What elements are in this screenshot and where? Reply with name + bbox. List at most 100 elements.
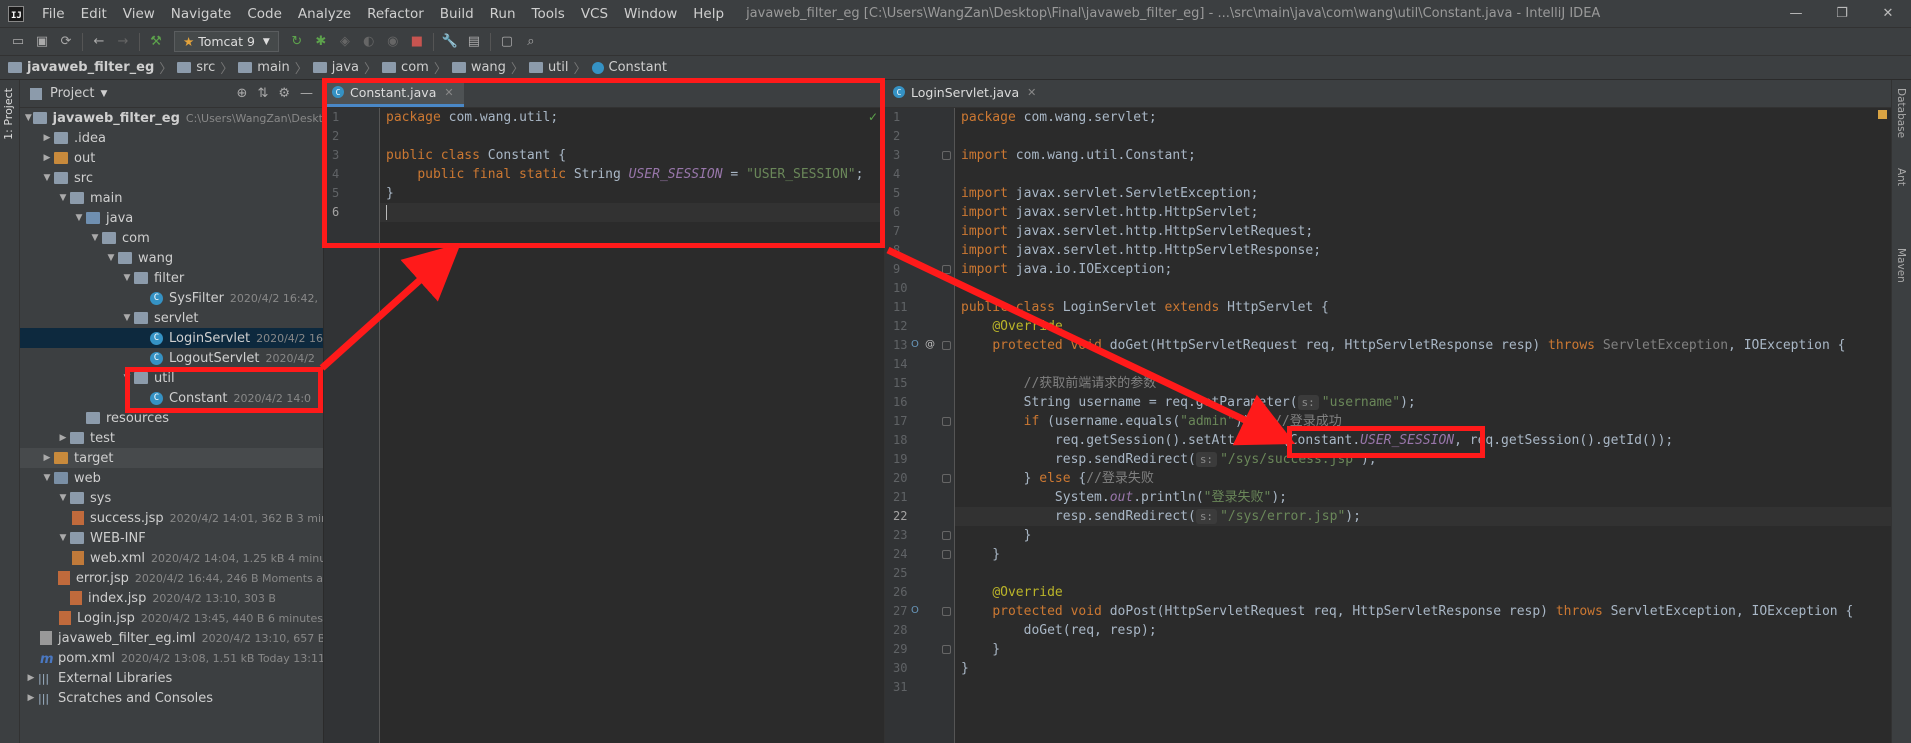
tree-item[interactable]: ▶ out	[20, 148, 323, 168]
rerun-icon[interactable]: ↻	[285, 31, 309, 53]
breadcrumb-item[interactable]: util	[528, 60, 569, 75]
fold-marker-icon[interactable]	[942, 550, 951, 559]
tree-item[interactable]: javaweb_filter_eg.iml 2020/4/2 13:10, 657…	[20, 628, 323, 648]
tree-item[interactable]: ▼ web	[20, 468, 323, 488]
menu-file[interactable]: File	[34, 6, 73, 22]
collapsed-arrow-icon[interactable]: ▶	[40, 453, 54, 463]
code-line[interactable]	[955, 127, 1891, 146]
breadcrumb-item[interactable]: javaweb_filter_eg	[8, 60, 154, 75]
override-marker-icon[interactable]: O	[911, 605, 919, 616]
code-line[interactable]: }	[955, 659, 1891, 678]
tree-item[interactable]: error.jsp 2020/4/2 16:44, 246 B Moments a	[20, 568, 323, 588]
code-line[interactable]: import javax.servlet.http.HttpServlet;	[955, 203, 1891, 222]
expanded-arrow-icon[interactable]: ▼	[120, 273, 134, 283]
forward-arrow-icon[interactable]: →	[111, 31, 135, 53]
tool-tab-maven[interactable]: Maven	[1895, 248, 1907, 283]
breadcrumb-item[interactable]: Constant	[591, 60, 667, 75]
collapsed-arrow-icon[interactable]: ▶	[56, 433, 70, 443]
attach-icon[interactable]: ◉	[381, 31, 405, 53]
menu-code[interactable]: Code	[239, 6, 290, 22]
code-line[interactable]: }	[955, 545, 1891, 564]
code-line[interactable]: @Override	[955, 583, 1891, 602]
code-line[interactable]: import java.io.IOException;	[955, 260, 1891, 279]
collapsed-arrow-icon[interactable]: ▶	[24, 673, 38, 683]
tree-item[interactable]: C LogoutServlet 2020/4/2	[20, 348, 323, 368]
code-line[interactable]: String username = req.getParameter(s: "us…	[955, 393, 1891, 412]
breadcrumb-item[interactable]: java	[312, 60, 359, 75]
back-arrow-icon[interactable]: ←	[87, 31, 111, 53]
collapsed-arrow-icon[interactable]: ▶	[40, 153, 54, 163]
code-line[interactable]: import javax.servlet.http.HttpServletRes…	[955, 241, 1891, 260]
menu-help[interactable]: Help	[685, 6, 732, 22]
close-tab-icon[interactable]: ✕	[1027, 86, 1036, 99]
menu-refactor[interactable]: Refactor	[359, 6, 432, 22]
code-line[interactable]	[955, 678, 1891, 697]
tab-loginservlet-java[interactable]: C LoginServlet.java ✕	[885, 80, 1047, 107]
breadcrumb-item[interactable]: src	[177, 60, 215, 75]
collapse-icon[interactable]: ⇅	[257, 86, 268, 101]
tree-item[interactable]: ▼ javaweb_filter_eg C:\Users\WangZan\Deskt	[20, 108, 323, 128]
tree-item[interactable]: C LoginServlet 2020/4/2 16	[20, 328, 323, 348]
breadcrumb-item[interactable]: wang	[451, 60, 506, 75]
tree-item[interactable]: index.jsp 2020/4/2 13:10, 303 B	[20, 588, 323, 608]
fold-marker-icon[interactable]	[942, 417, 951, 426]
code-line[interactable]	[955, 355, 1891, 374]
tree-item[interactable]: ▼ java	[20, 208, 323, 228]
maximize-button[interactable]: ❐	[1819, 0, 1865, 27]
collapsed-arrow-icon[interactable]: ▶	[24, 693, 38, 703]
menu-vcs[interactable]: VCS	[573, 6, 616, 22]
menu-navigate[interactable]: Navigate	[163, 6, 240, 22]
fold-marker-icon[interactable]	[942, 531, 951, 540]
tree-item[interactable]: success.jsp 2020/4/2 14:01, 362 B 3 min	[20, 508, 323, 528]
debug-icon[interactable]: ✱	[309, 31, 333, 53]
terminal-icon[interactable]: ▢	[495, 31, 519, 53]
expanded-arrow-icon[interactable]: ▼	[56, 493, 70, 503]
code-line[interactable]: package com.wang.servlet;	[955, 108, 1891, 127]
expanded-arrow-icon[interactable]: ▼	[24, 113, 33, 123]
menu-analyze[interactable]: Analyze	[290, 6, 359, 22]
project-panel-title[interactable]: Project	[50, 86, 94, 101]
annotation-marker-icon[interactable]: @	[925, 339, 935, 350]
tree-item[interactable]: ▼ filter	[20, 268, 323, 288]
fold-marker-icon[interactable]	[942, 474, 951, 483]
code-line[interactable]: doGet(req, resp);	[955, 621, 1891, 640]
profile-icon[interactable]: ◐	[357, 31, 381, 53]
menu-edit[interactable]: Edit	[73, 6, 115, 22]
close-button[interactable]: ✕	[1865, 0, 1911, 27]
code-line[interactable]: //获取前端请求的参数	[955, 374, 1891, 393]
hide-icon[interactable]: —	[300, 86, 313, 101]
code-line[interactable]: public class LoginServlet extends HttpSe…	[955, 298, 1891, 317]
fold-marker-icon[interactable]	[942, 607, 951, 616]
code-line[interactable]	[955, 564, 1891, 583]
tree-item[interactable]: ▼ src	[20, 168, 323, 188]
code-line[interactable]: @Override	[955, 317, 1891, 336]
tree-item[interactable]: m pom.xml 2020/4/2 13:08, 1.51 kB Today 13…	[20, 648, 323, 668]
menu-tools[interactable]: Tools	[524, 6, 573, 22]
tree-item[interactable]: ▶ target	[20, 448, 323, 468]
tree-item[interactable]: C SysFilter 2020/4/2 16:42,	[20, 288, 323, 308]
run-config-selector[interactable]: ★ Tomcat 9 ▼	[174, 31, 279, 52]
code-line[interactable]: import com.wang.util.Constant;	[955, 146, 1891, 165]
tree-item[interactable]: ▶ ||| Scratches and Consoles	[20, 688, 323, 708]
tree-item[interactable]: ▼ wang	[20, 248, 323, 268]
tree-item[interactable]: ▶ .idea	[20, 128, 323, 148]
tool-tab-ant[interactable]: Ant	[1895, 168, 1907, 186]
chevron-down-icon[interactable]: ▼	[100, 89, 107, 99]
fold-marker-icon[interactable]	[942, 341, 951, 350]
code-line[interactable]: protected void doPost(HttpServletRequest…	[955, 602, 1891, 621]
code-line[interactable]: }	[955, 526, 1891, 545]
expanded-arrow-icon[interactable]: ▼	[40, 473, 54, 483]
locate-icon[interactable]: ⊕	[237, 86, 248, 101]
collapsed-arrow-icon[interactable]: ▶	[40, 133, 54, 143]
expanded-arrow-icon[interactable]: ▼	[104, 253, 118, 263]
breadcrumb-item[interactable]: main	[238, 60, 290, 75]
fold-marker-icon[interactable]	[942, 265, 951, 274]
override-marker-icon[interactable]: O	[911, 339, 919, 350]
wrench-icon[interactable]: 🔧	[438, 31, 462, 53]
tree-item[interactable]: ▶ test	[20, 428, 323, 448]
menu-window[interactable]: Window	[616, 6, 685, 22]
code-line[interactable]: resp.sendRedirect(s: "/sys/error.jsp");	[955, 507, 1891, 526]
expanded-arrow-icon[interactable]: ▼	[120, 313, 134, 323]
build-hammer-icon[interactable]: ⚒	[144, 31, 168, 53]
gear-icon[interactable]: ⚙	[278, 86, 290, 101]
